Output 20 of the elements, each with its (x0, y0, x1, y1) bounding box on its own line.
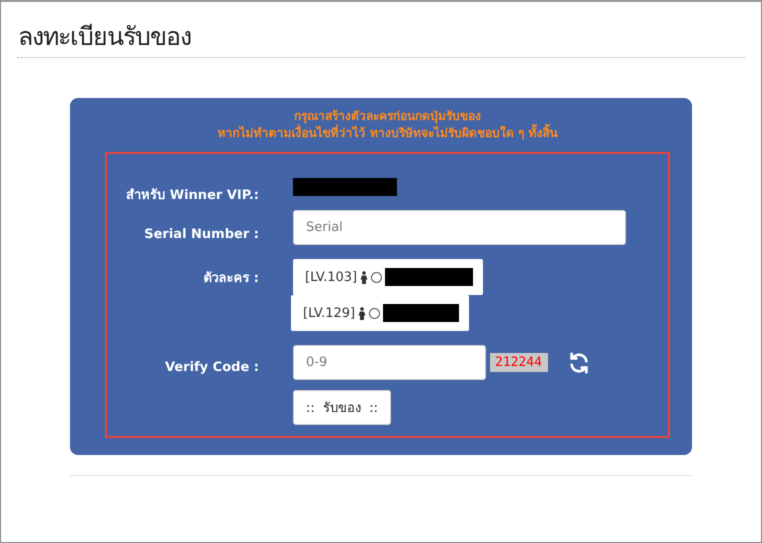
captcha-code: 212244 (490, 353, 548, 372)
serial-input[interactable]: Serial (293, 210, 626, 245)
character-level: [LV.103] (305, 270, 358, 284)
radio-button[interactable] (369, 308, 380, 318)
character-option[interactable]: [LV.103] (293, 259, 484, 295)
page-title: ลงทะเบียนรับของ (18, 21, 192, 53)
field-label: Serial Number : (143, 227, 259, 242)
person-icon (360, 270, 368, 284)
notice-text: กรุณาสร้างตัวละครก่อนกดปุ่มรับของ (294, 108, 481, 124)
submit-button[interactable]: :: รับของ :: (293, 390, 392, 425)
notice-text: หากไม่ทำตามเงื่อนไขที่ว่าไว้ ทางบริษัทจะไม่รับผิดชอบใด ๆ ทั้งสิ้น (218, 125, 558, 142)
field-label: ตัวละคร : (202, 270, 259, 288)
field-label: สำหรับ Winner VIP.: (125, 186, 259, 204)
refresh-icon[interactable] (568, 352, 590, 374)
radio-button[interactable] (371, 272, 382, 282)
person-icon (358, 306, 366, 320)
verify-code-input[interactable]: 0-9 (293, 345, 486, 380)
character-level: [LV.129] (303, 306, 356, 320)
character-option[interactable]: [LV.129] (291, 295, 470, 331)
field-label: Verify Code : (164, 360, 259, 375)
